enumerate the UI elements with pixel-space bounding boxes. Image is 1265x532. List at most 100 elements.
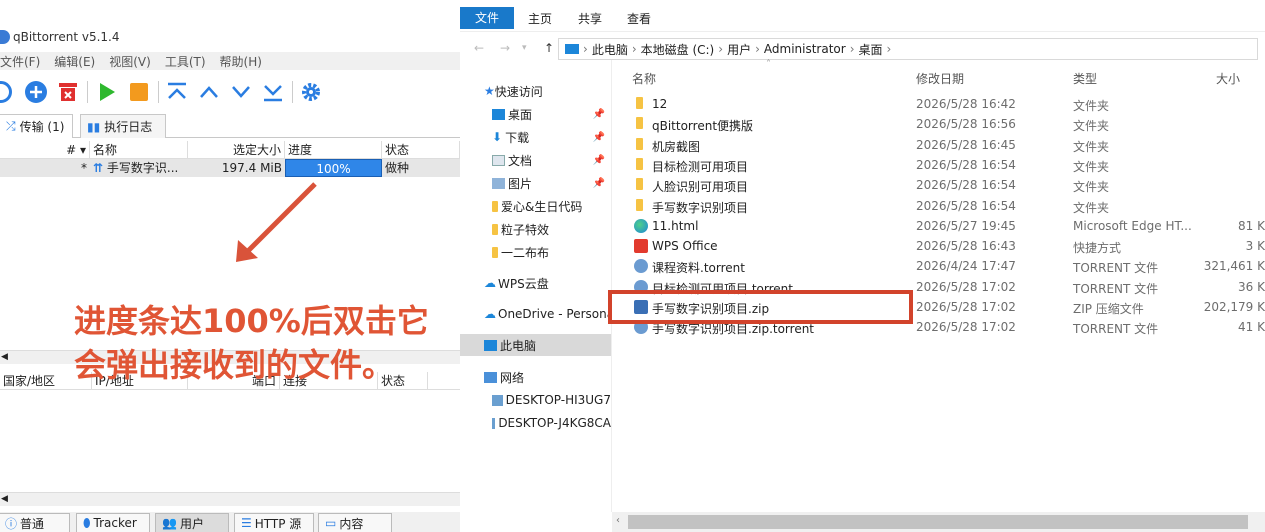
up-icon[interactable]: ↑ xyxy=(544,41,554,55)
location-pin-icon: ⬮ xyxy=(83,515,91,530)
file-name: 手写数字识别项目 xyxy=(652,200,749,215)
col-num[interactable]: # ▾ xyxy=(0,141,90,159)
torrent-row[interactable]: * ⇈ 手写数字识... 197.4 MiB 100% 做种 xyxy=(0,159,460,177)
breadcrumb-desktop[interactable]: 桌面 xyxy=(859,41,883,58)
file-date: 2026/5/28 16:54 xyxy=(916,157,1016,172)
tab-general[interactable]: ⓘ 普通 xyxy=(0,513,70,532)
nav-wps-cloud[interactable]: ☁ WPS云盘 xyxy=(460,272,611,294)
file-type: TORRENT 文件 xyxy=(1073,281,1159,296)
recent-dropdown-icon[interactable]: ▾ xyxy=(522,43,527,53)
breadcrumb-users[interactable]: 用户 xyxy=(727,41,751,58)
nav-documents[interactable]: 文档 📌 xyxy=(460,149,611,171)
breadcrumb-administrator[interactable]: Administrator xyxy=(764,42,846,56)
pause-button[interactable] xyxy=(128,81,150,103)
nav-desktop[interactable]: 桌面 📌 xyxy=(460,103,611,125)
computer-icon xyxy=(484,339,497,351)
nav-onedrive[interactable]: ☁ OneDrive - Personal xyxy=(460,303,611,325)
progress-bar: 100% xyxy=(285,159,382,177)
network-icon xyxy=(484,371,497,383)
col-name[interactable]: 名称 xyxy=(90,141,188,159)
resume-button[interactable] xyxy=(96,81,118,103)
move-top-button[interactable] xyxy=(166,81,188,103)
torrent-name-cell: ⇈ 手写数字识... xyxy=(90,159,188,177)
col-file-name[interactable]: 名称 xyxy=(632,70,656,87)
nav-downloads[interactable]: ⬇ 下载 📌 xyxy=(460,126,611,148)
file-row[interactable]: 手写数字识别项目 2026/5/28 16:54 文件夹 xyxy=(630,196,1265,216)
menu-edit[interactable]: 编辑(E) xyxy=(54,53,95,70)
menu-help[interactable]: 帮助(H) xyxy=(220,53,262,70)
move-bottom-button[interactable] xyxy=(262,81,284,103)
nav-folder-1[interactable]: 爱心&生日代码 xyxy=(460,195,611,217)
menu-view[interactable]: 视图(V) xyxy=(109,53,151,70)
nav-network-pc-2[interactable]: DESKTOP-J4KG8CA xyxy=(460,412,611,434)
book-icon: ▮▮ xyxy=(87,119,101,134)
file-row[interactable]: 目标检测可用项目 2026/5/28 16:54 文件夹 xyxy=(630,155,1265,175)
tab-http-sources[interactable]: ☰ HTTP 源 xyxy=(234,513,314,532)
qbittorrent-window: qBittorrent v5.1.4 文件(F) 编辑(E) 视图(V) 工具(… xyxy=(0,0,460,532)
edge-icon xyxy=(634,218,648,233)
file-row[interactable]: 机房截图 2026/5/28 16:45 文件夹 xyxy=(630,135,1265,155)
breadcrumb-c-drive[interactable]: 本地磁盘 (C:) xyxy=(641,41,715,58)
move-up-button[interactable] xyxy=(198,81,220,103)
scroll-left-icon[interactable]: ‹ xyxy=(616,515,620,526)
ribbon-tab-file[interactable]: 文件 xyxy=(460,7,514,29)
options-button[interactable] xyxy=(300,81,322,103)
ribbon-tab-share[interactable]: 共享 xyxy=(568,8,612,30)
nav-pictures[interactable]: 图片 📌 xyxy=(460,172,611,194)
peer-list-scrollbar[interactable]: ◀ xyxy=(0,492,460,506)
file-size: 202,179 K xyxy=(1203,300,1265,314)
menu-tools[interactable]: 工具(T) xyxy=(165,53,206,70)
file-size: 81 K xyxy=(1238,218,1265,233)
file-row[interactable]: 12 2026/5/28 16:42 文件夹 xyxy=(630,94,1265,114)
add-link-icon[interactable] xyxy=(0,81,12,103)
col-size[interactable]: 选定大小 xyxy=(188,141,285,159)
file-row[interactable]: 人脸识别可用项目 2026/5/28 16:54 文件夹 xyxy=(630,175,1265,195)
col-date-modified[interactable]: 修改日期 xyxy=(916,70,964,87)
nav-network-pc-1[interactable]: DESKTOP-HI3UG7 xyxy=(460,389,611,411)
move-down-button[interactable] xyxy=(230,81,252,103)
tab-transfers[interactable]: ⤮ 传输 (1) xyxy=(0,114,73,138)
file-name: 12 xyxy=(652,97,668,111)
gear-icon xyxy=(302,83,320,101)
forward-icon[interactable]: → xyxy=(500,41,510,55)
breadcrumb-this-pc[interactable]: 此电脑 xyxy=(592,41,628,58)
file-row[interactable]: 11.html 2026/5/27 19:45 Microsoft Edge HT.… xyxy=(630,216,1265,236)
scroll-left-icon[interactable]: ◀ xyxy=(1,352,8,362)
folder-icon xyxy=(636,137,643,150)
scrollbar-thumb[interactable] xyxy=(628,515,1248,529)
document-icon xyxy=(492,154,505,166)
tab-content[interactable]: ▭ 内容 xyxy=(318,513,392,532)
col-type[interactable]: 类型 xyxy=(1073,70,1097,87)
tab-log[interactable]: ▮▮ 执行日志 xyxy=(80,114,166,138)
plus-icon xyxy=(30,86,42,98)
ribbon-tab-home[interactable]: 主页 xyxy=(518,8,562,30)
folder-icon xyxy=(492,246,498,258)
col-progress[interactable]: 进度 xyxy=(285,141,382,159)
address-bar[interactable]: › 此电脑 › 本地磁盘 (C:) › 用户 › Administrator ›… xyxy=(558,38,1258,60)
file-list-scrollbar[interactable]: ‹ xyxy=(612,512,1265,532)
file-name: WPS Office xyxy=(652,239,718,254)
folder-icon xyxy=(636,97,643,109)
nav-folder-3[interactable]: 一二布布 xyxy=(460,241,611,263)
nav-quick-access[interactable]: ★ 快速访问 xyxy=(460,80,611,102)
nav-network[interactable]: 网络 xyxy=(460,366,611,388)
nav-this-pc[interactable]: 此电脑 xyxy=(460,334,611,356)
col-status[interactable]: 状态 xyxy=(382,141,460,159)
tab-trackers[interactable]: ⬮ Tracker xyxy=(76,513,150,532)
add-torrent-button[interactable] xyxy=(25,81,47,103)
nav-folder-2[interactable]: 粒子特效 xyxy=(460,218,611,240)
back-icon[interactable]: ← xyxy=(474,41,484,55)
breadcrumb-sep-icon: › xyxy=(583,42,588,56)
file-row[interactable]: qBittorrent便携版 2026/5/28 16:56 文件夹 xyxy=(630,114,1265,134)
scroll-left-icon[interactable]: ◀ xyxy=(1,494,8,504)
col-file-size[interactable]: 大小 xyxy=(1216,70,1240,87)
address-bar-row: ← → ▾ ↑ › 此电脑 › 本地磁盘 (C:) › 用户 › Adminis… xyxy=(460,36,1265,60)
menu-file[interactable]: 文件(F) xyxy=(0,53,40,70)
file-date: 2026/5/28 17:02 xyxy=(916,300,1016,314)
file-row[interactable]: 课程资料.torrent 2026/4/24 17:47 TORRENT 文件 321… xyxy=(630,256,1265,276)
file-type: Microsoft Edge HT... xyxy=(1073,218,1192,233)
ribbon-tab-view[interactable]: 查看 xyxy=(617,8,661,30)
tab-peers[interactable]: 👥 用户 xyxy=(155,513,229,532)
delete-button[interactable] xyxy=(57,81,79,103)
file-row[interactable]: WPS Office 2026/5/28 16:43 快捷方式 3 K xyxy=(630,236,1265,256)
